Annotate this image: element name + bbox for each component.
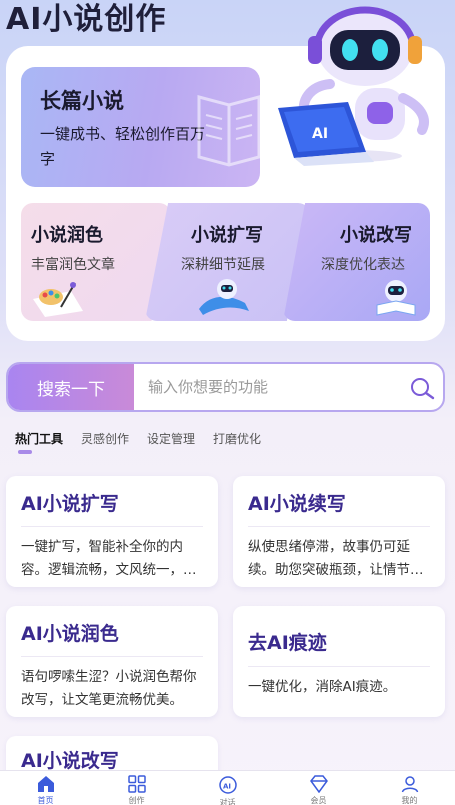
search-icon[interactable] [409, 376, 435, 402]
user-icon [400, 775, 420, 793]
nav-label: 首页 [37, 796, 54, 805]
nav-label: 我的 [401, 796, 418, 805]
tab-settings-management[interactable]: 设定管理 [147, 430, 195, 447]
app-title: AI小说创作 [6, 2, 167, 37]
feature-card-rewrite[interactable]: 小说改写 深度优化表达 [283, 203, 430, 321]
tool-title: AI小说扩写 [21, 493, 119, 515]
nav-item-home[interactable]: 首页 [0, 771, 91, 805]
tool-title: AI小说续写 [248, 493, 346, 515]
tool-title: AI小说改写 [21, 750, 119, 772]
ai-chat-icon: AI [218, 775, 238, 795]
robot-mascot-icon: AI [278, 6, 429, 166]
tool-description: 一键扩写，智能补全你的内容。逻辑流畅，文风统一，让故事更加饱满。 [21, 539, 197, 578]
svg-text:AI: AI [223, 783, 231, 791]
divider [21, 656, 203, 657]
tool-card-remove-ai-trace[interactable]: 去AI痕迹 一键优化，消除AI痕迹。 [233, 606, 445, 717]
feature-subtitle: 深耕细节延展 [181, 257, 265, 273]
tool-description: 纵使思绪停滞，故事仍可延续。助您突破瓶颈，让情节继续发展。 [248, 539, 424, 578]
tab-inspiration[interactable]: 灵感创作 [81, 430, 129, 447]
open-book-icon [197, 95, 260, 167]
tool-card-expand[interactable]: AI小说扩写 一键扩写，智能补全你的内容。逻辑流畅，文风统一，让故事更加饱满。 [6, 476, 218, 587]
feature-subtitle: 丰富润色文章 [31, 257, 115, 273]
category-tabs: 热门工具 灵感创作 设定管理 打磨优化 [15, 430, 261, 447]
robot-reading-icon [376, 280, 416, 316]
diamond-icon [309, 775, 329, 793]
feature-title: 小说扩写 [191, 225, 263, 246]
nav-item-create[interactable]: 创作 [91, 771, 182, 805]
nav-label: 会员 [310, 796, 327, 805]
grid-icon [127, 775, 147, 793]
long-novel-subtitle: 一键成书、轻松创作百万字 [40, 125, 206, 168]
divider [248, 526, 430, 527]
tool-description: 一键优化，消除AI痕迹。 [248, 679, 397, 695]
active-tab-indicator [18, 450, 32, 454]
search-input[interactable] [134, 364, 403, 410]
nav-item-chat[interactable]: AI 对话 [182, 771, 273, 805]
robot-surf-icon [199, 279, 249, 315]
nav-item-membership[interactable]: 会员 [273, 771, 364, 805]
home-icon [36, 775, 56, 793]
tab-polish[interactable]: 打磨优化 [213, 430, 261, 447]
palette-icon [33, 282, 83, 317]
search-bar: 搜索一下 [6, 362, 445, 412]
svg-text:AI: AI [312, 126, 328, 142]
tool-card-polish[interactable]: AI小说润色 语句啰嗦生涩？小说润色帮你改写，让文笔更流畅优美。 [6, 606, 218, 717]
feature-title: 小说润色 [31, 225, 103, 246]
long-novel-card[interactable]: 长篇小说 一键成书、轻松创作百万字 [21, 67, 260, 187]
tool-card-continue[interactable]: AI小说续写 纵使思绪停滞，故事仍可延续。助您突破瓶颈，让情节继续发展。 [233, 476, 445, 587]
divider [21, 526, 203, 527]
feature-card-expand[interactable]: 小说扩写 深耕细节延展 [145, 203, 310, 321]
tool-title: AI小说润色 [21, 623, 119, 645]
feature-title: 小说改写 [340, 225, 412, 246]
nav-label: 创作 [128, 796, 145, 805]
long-novel-title: 长篇小说 [40, 89, 124, 113]
feature-subtitle: 深度优化表达 [321, 257, 405, 273]
tab-hot-tools[interactable]: 热门工具 [15, 430, 63, 447]
tool-title: 去AI痕迹 [248, 632, 327, 654]
nav-item-profile[interactable]: 我的 [364, 771, 455, 805]
nav-label: 对话 [219, 798, 236, 805]
tool-description: 语句啰嗦生涩？小说润色帮你改写，让文笔更流畅优美。 [21, 669, 197, 708]
divider [248, 666, 430, 667]
bottom-nav: 首页 创作 AI 对话 会员 我的 [0, 770, 455, 805]
search-button[interactable]: 搜索一下 [8, 364, 134, 410]
